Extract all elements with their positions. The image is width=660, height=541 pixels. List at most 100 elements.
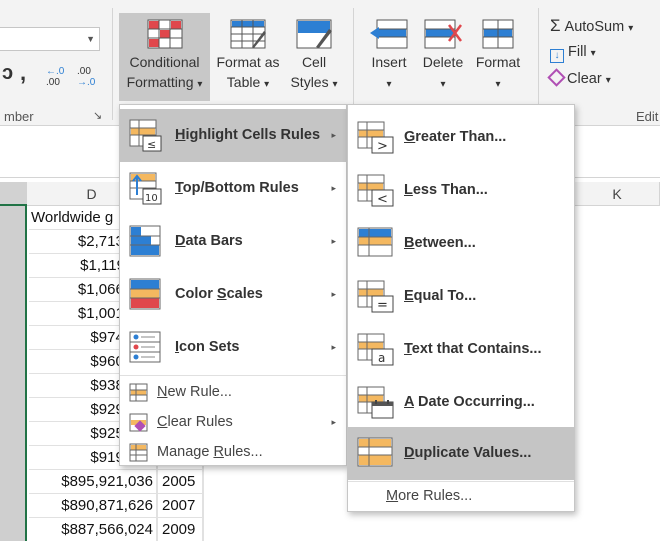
between-label: Between... <box>404 235 476 251</box>
duplicate-values-icon <box>357 437 393 467</box>
svg-text:≤: ≤ <box>147 138 156 151</box>
cs-label-line2: Styles <box>290 74 329 90</box>
increase-decimal-bottom: .00 <box>46 77 60 88</box>
submenu-item-equal-to[interactable]: = Equal To... <box>348 270 574 323</box>
fat-label-line1: Format as <box>216 54 280 70</box>
menu-item-data-bars[interactable]: Data Bars ▸ <box>120 215 346 268</box>
fill-label: Fill <box>568 44 587 60</box>
duplicate-values-label: Duplicate Values... <box>404 445 532 461</box>
eraser-icon <box>547 68 566 87</box>
chevron-down-icon: ▾ <box>440 79 446 90</box>
submenu-item-between[interactable]: Between... <box>348 217 574 270</box>
cf-label-line1: Conditional <box>129 54 200 70</box>
clear-rules-label: Clear Rules <box>157 414 233 430</box>
format-as-table-icon <box>230 19 266 49</box>
submenu-item-a-date-occurring[interactable]: A Date Occurring... <box>348 376 574 429</box>
number-format-combo[interactable]: ▼ <box>0 27 100 51</box>
data-bars-icon <box>129 225 161 257</box>
top-bottom-rules-label: Top/Bottom Rules <box>175 180 299 196</box>
gross-cell[interactable]: $890,871,626 <box>29 494 157 518</box>
increase-decimal-icon[interactable]: ←.0 .00 <box>46 66 64 88</box>
delete-label: Delete <box>422 54 464 70</box>
text-contains-icon: a <box>357 333 394 366</box>
chevron-down-icon: ▾ <box>605 75 611 86</box>
chevron-down-icon: ▾ <box>628 23 634 34</box>
svg-text:>: > <box>377 139 388 154</box>
chevron-down-icon: ▾ <box>495 79 501 90</box>
column-header-c[interactable] <box>0 182 27 206</box>
chevron-right-icon: ▸ <box>331 183 336 193</box>
comma-style-icon[interactable]: ɔ <box>2 62 13 85</box>
insert-cells-icon <box>370 19 408 49</box>
autosum-button[interactable]: Σ AutoSum ▾ <box>550 16 633 36</box>
selected-column-c[interactable] <box>0 206 27 541</box>
color-scales-icon <box>129 278 161 310</box>
chevron-down-icon: ▾ <box>264 79 270 90</box>
menu-item-new-rule[interactable]: New Rule... <box>120 377 346 408</box>
submenu-item-more-rules[interactable]: More Rules... <box>348 481 574 512</box>
color-scales-label: Color Scales <box>175 286 263 302</box>
column-header-k[interactable]: K <box>575 182 660 206</box>
highlight-cells-rules-icon: ≤ <box>129 119 162 152</box>
chevron-right-icon: ▸ <box>331 130 336 140</box>
excel-window: ▼ ɔ , ←.0 .00 .00 →.0 mber ↘ Conditional… <box>0 0 660 541</box>
conditional-formatting-menu: ≤ Highlight Cells Rules ▸ 10 Top/Bottom … <box>119 104 347 466</box>
insert-button[interactable]: Insert ▾ <box>362 13 416 101</box>
menu-item-highlight-cells-rules[interactable]: ≤ Highlight Cells Rules ▸ <box>120 109 346 162</box>
format-button[interactable]: Format ▾ <box>470 13 526 101</box>
dialog-launcher-icon[interactable]: ↘ <box>93 109 102 122</box>
menu-item-icon-sets[interactable]: Icon Sets ▸ <box>120 321 346 374</box>
new-rule-label: New Rule... <box>157 384 232 400</box>
chevron-down-icon[interactable]: ▼ <box>86 34 95 44</box>
svg-text:10: 10 <box>145 193 158 204</box>
greater-than-icon: > <box>357 121 394 154</box>
editing-group-label: Edit <box>636 109 659 124</box>
chevron-down-icon: ▾ <box>386 79 392 90</box>
chevron-right-icon: ▸ <box>331 236 336 246</box>
between-icon <box>357 227 393 257</box>
icon-sets-icon <box>129 331 161 363</box>
menu-item-top-bottom-rules[interactable]: 10 Top/Bottom Rules ▸ <box>120 162 346 215</box>
conditional-formatting-button[interactable]: Conditional Formatting ▾ <box>119 13 210 101</box>
svg-text:<: < <box>377 192 388 207</box>
comma-icon[interactable]: , <box>20 60 26 86</box>
chevron-right-icon: ▸ <box>331 342 336 352</box>
clear-button[interactable]: Clear ▾ <box>547 68 611 87</box>
cs-label-line1: Cell <box>301 54 327 70</box>
menu-item-manage-rules[interactable]: Manage Rules... <box>120 437 346 468</box>
fill-button[interactable]: ↓ Fill ▾ <box>550 44 596 63</box>
menu-separator <box>120 375 346 376</box>
conditional-formatting-icon <box>147 19 182 49</box>
year-cell[interactable]: 2005 <box>158 470 203 494</box>
chevron-down-icon: ▾ <box>197 79 203 90</box>
gross-cell[interactable]: $887,566,024 <box>29 518 157 541</box>
format-as-table-button[interactable]: Format as Table ▾ <box>212 13 284 101</box>
year-cell[interactable]: 2009 <box>158 518 203 541</box>
chevron-down-icon: ▾ <box>332 79 338 90</box>
svg-text:a: a <box>378 351 385 365</box>
a-date-occurring-label: A Date Occurring... <box>404 394 535 410</box>
cell-styles-button[interactable]: Cell Styles ▾ <box>286 13 342 101</box>
manage-rules-icon <box>129 443 148 462</box>
menu-item-color-scales[interactable]: Color Scales ▸ <box>120 268 346 321</box>
gross-cell[interactable]: $895,921,036 <box>29 470 157 494</box>
submenu-item-duplicate-values[interactable]: Duplicate Values... <box>348 427 574 480</box>
date-occurring-icon <box>357 386 394 419</box>
decrease-decimal-top: .00 <box>77 66 91 77</box>
format-label: Format <box>475 54 521 70</box>
submenu-item-less-than[interactable]: < Less Than... <box>348 164 574 217</box>
decrease-decimal-icon[interactable]: .00 →.0 <box>77 66 95 88</box>
decrease-decimal-bottom: →.0 <box>77 77 96 88</box>
svg-text:=: = <box>377 298 388 313</box>
delete-button[interactable]: Delete ▾ <box>418 13 468 101</box>
less-than-label: Less Than... <box>404 182 488 198</box>
cell-styles-icon <box>296 19 332 49</box>
submenu-item-text-that-contains[interactable]: a Text that Contains... <box>348 323 574 376</box>
chevron-down-icon: ▾ <box>590 48 596 59</box>
highlight-cells-rules-submenu: > Greater Than... < Less Than... Between… <box>347 104 575 512</box>
submenu-item-greater-than[interactable]: > Greater Than... <box>348 111 574 164</box>
icon-sets-label: Icon Sets <box>175 339 240 355</box>
menu-item-clear-rules[interactable]: Clear Rules ▸ <box>120 407 346 438</box>
year-cell[interactable]: 2007 <box>158 494 203 518</box>
text-that-contains-label: Text that Contains... <box>404 341 542 357</box>
